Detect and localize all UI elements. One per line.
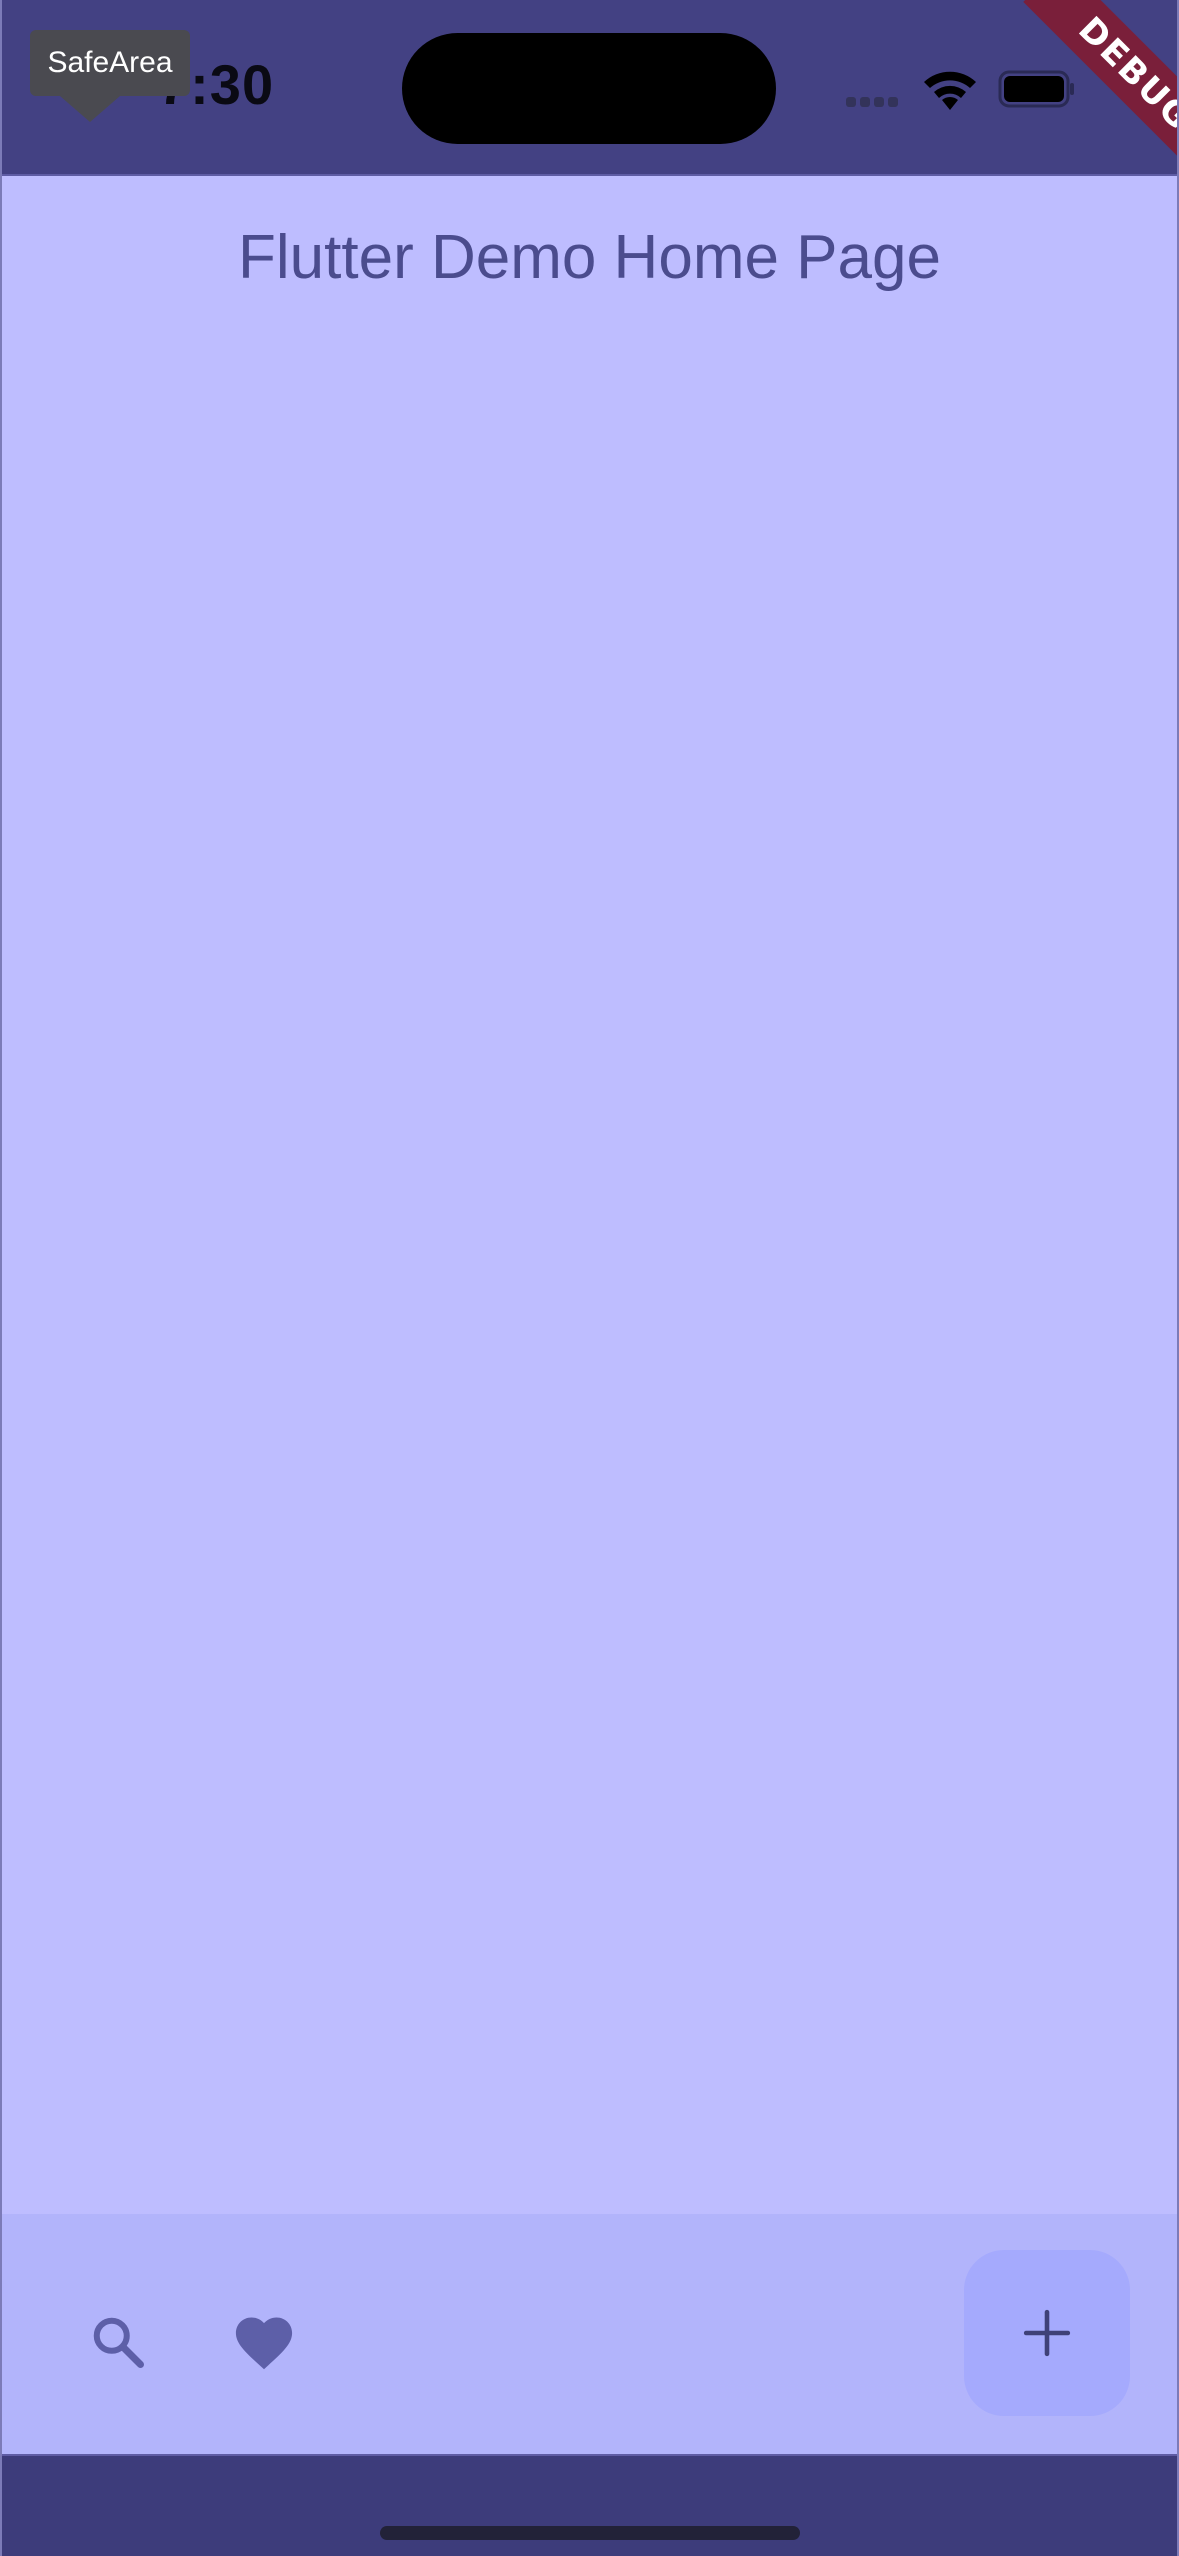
search-icon xyxy=(93,2317,144,2368)
wifi-icon xyxy=(924,71,976,110)
plus-icon xyxy=(1023,2309,1071,2357)
favorite-button[interactable] xyxy=(222,2300,306,2384)
app-screen: 7:30 SafeArea DEBUG Flutter Demo Home Pa… xyxy=(0,0,1179,2556)
safearea-tooltip: SafeArea xyxy=(30,30,190,96)
debug-banner: DEBUG xyxy=(999,0,1179,180)
debug-ribbon-label: DEBUG xyxy=(1023,0,1179,180)
page-title: Flutter Demo Home Page xyxy=(238,223,941,292)
tooltip-arrow xyxy=(60,96,120,122)
system-navigation-bar xyxy=(0,2454,1179,2556)
search-button[interactable] xyxy=(76,2300,160,2384)
home-indicator[interactable] xyxy=(380,2526,800,2540)
add-button[interactable] xyxy=(964,2250,1130,2416)
heart-icon xyxy=(235,2317,293,2370)
dynamic-island xyxy=(402,33,776,144)
left-edge-divider xyxy=(0,0,2,2556)
cellular-signal-icon xyxy=(846,94,904,107)
bottom-app-bar xyxy=(0,2214,1179,2454)
